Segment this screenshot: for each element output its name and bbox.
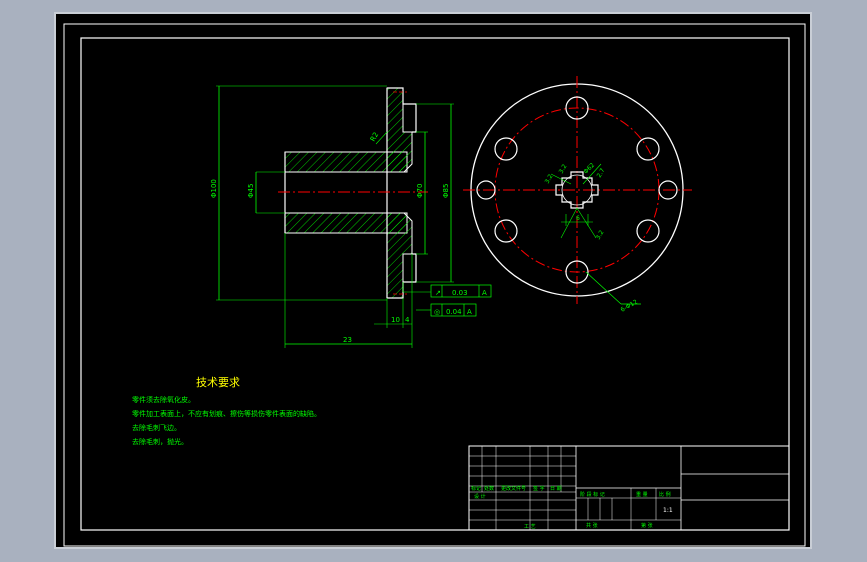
- tb-label-mark: 标记: [471, 485, 481, 492]
- tb-stage: 阶 段 标 记: [580, 491, 605, 498]
- dim-phi-outer: Φ100: [210, 179, 218, 198]
- tech-req-line-3: 去除毛刺飞边。: [132, 423, 181, 432]
- cad-viewport[interactable]: ↗ ◎ Φ100 Φ45 Φ70 Φ85 R2 23 10 4 0.03 A 0…: [0, 0, 867, 562]
- hatch-flange-lower: [386, 212, 413, 299]
- tb-sheets: 共 张: [586, 522, 598, 529]
- svg-text:◎: ◎: [434, 308, 440, 316]
- tb-design: 设 计: [474, 493, 486, 500]
- section-view: ↗ ◎ Φ100 Φ45 Φ70 Φ85 R2 23 10 4 0.03 A 0…: [210, 85, 492, 348]
- tb-process: 工 艺: [524, 524, 536, 530]
- dim-spline-6: 3.2: [595, 229, 606, 241]
- inner-frame: [80, 37, 790, 531]
- dim-spline-1: Φ62: [582, 162, 596, 176]
- drawing-svg: ↗ ◎ Φ100 Φ45 Φ70 Φ85 R2 23 10 4 0.03 A 0…: [63, 23, 806, 547]
- tech-req-title: 技术要求: [196, 376, 240, 389]
- dim-4: 4: [405, 316, 410, 324]
- dim-spline-5: 6: [576, 215, 580, 222]
- tech-req-line-4: 去除毛刺，抛光。: [132, 437, 188, 446]
- dim-10: 10: [391, 316, 400, 324]
- tech-requirements: 技术要求 零件须去除氧化皮。 零件加工表面上，不应有划痕、擦伤等损伤零件表面的缺…: [132, 376, 321, 446]
- hatch-flange-upper: [386, 87, 413, 173]
- dim-spline-2: 2.7: [596, 167, 607, 179]
- tol-value-2: 0.04: [446, 308, 462, 316]
- tech-req-line-1: 零件须去除氧化皮。: [132, 395, 195, 404]
- dim-phi-bore: Φ45: [247, 184, 255, 198]
- dim-phi-hub: Φ70: [416, 184, 424, 198]
- dim-overall-length: 23: [343, 336, 352, 344]
- tb-weight: 重 量: [636, 491, 648, 498]
- dim-phi-pcd: Φ85: [442, 184, 450, 198]
- tech-req-line-2: 零件加工表面上，不应有划痕、擦伤等损伤零件表面的缺陷。: [132, 409, 321, 418]
- dim-spline-4: 3.2: [558, 163, 569, 175]
- tb-scale: 1:1: [663, 507, 673, 514]
- tb-label-file: 更改文件号: [501, 485, 526, 492]
- tol-datum-2: A: [467, 308, 472, 316]
- tol-value-1: 0.03: [452, 289, 468, 297]
- tb-ratio: 比 例: [659, 491, 671, 498]
- title-block: 标记 处数 更改文件号 签 字 日 期 设 计 工 艺 阶 段 标 记 重 量 …: [468, 445, 790, 531]
- tb-sheet-no: 第 张: [641, 522, 653, 529]
- dim-holes: 6-Φ12: [620, 298, 640, 313]
- tb-label-sign: 签 字: [533, 485, 545, 492]
- svg-text:↗: ↗: [435, 289, 441, 297]
- tol-datum-1: A: [482, 289, 487, 297]
- tb-label-date: 日 期: [550, 486, 562, 492]
- tb-label-count: 处数: [484, 485, 494, 492]
- drawing-canvas[interactable]: ↗ ◎ Φ100 Φ45 Φ70 Φ85 R2 23 10 4 0.03 A 0…: [54, 12, 812, 549]
- end-view: Φ62 2.7 3.2 3.2 6 3.2 6-Φ12: [463, 76, 692, 314]
